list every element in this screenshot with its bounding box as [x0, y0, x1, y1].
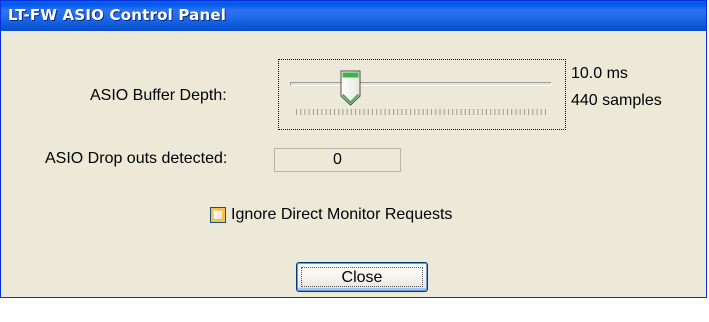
- slider-thumb-icon[interactable]: [340, 70, 361, 106]
- samples-value: 440 samples: [571, 92, 662, 109]
- dropouts-count-field: 0: [274, 148, 401, 172]
- buffer-depth-label: ASIO Buffer Depth:: [90, 87, 227, 104]
- latency-value: 10.0 ms: [571, 65, 628, 82]
- slider-ticks: [296, 109, 546, 115]
- dropouts-label: ASIO Drop outs detected:: [45, 150, 228, 167]
- ignore-monitor-checkbox[interactable]: [210, 207, 226, 223]
- ignore-monitor-label[interactable]: Ignore Direct Monitor Requests: [231, 206, 452, 224]
- buffer-depth-slider[interactable]: [278, 59, 566, 130]
- title-bar[interactable]: LT-FW ASIO Control Panel: [1, 1, 706, 31]
- close-button-label: Close: [341, 268, 383, 286]
- close-button[interactable]: Close: [296, 262, 428, 292]
- window-title: LT-FW ASIO Control Panel: [8, 6, 227, 24]
- slider-track: [290, 82, 552, 86]
- checkbox-box: [214, 211, 222, 219]
- asio-control-panel-window: LT-FW ASIO Control Panel ASIO Buffer Dep…: [0, 0, 707, 298]
